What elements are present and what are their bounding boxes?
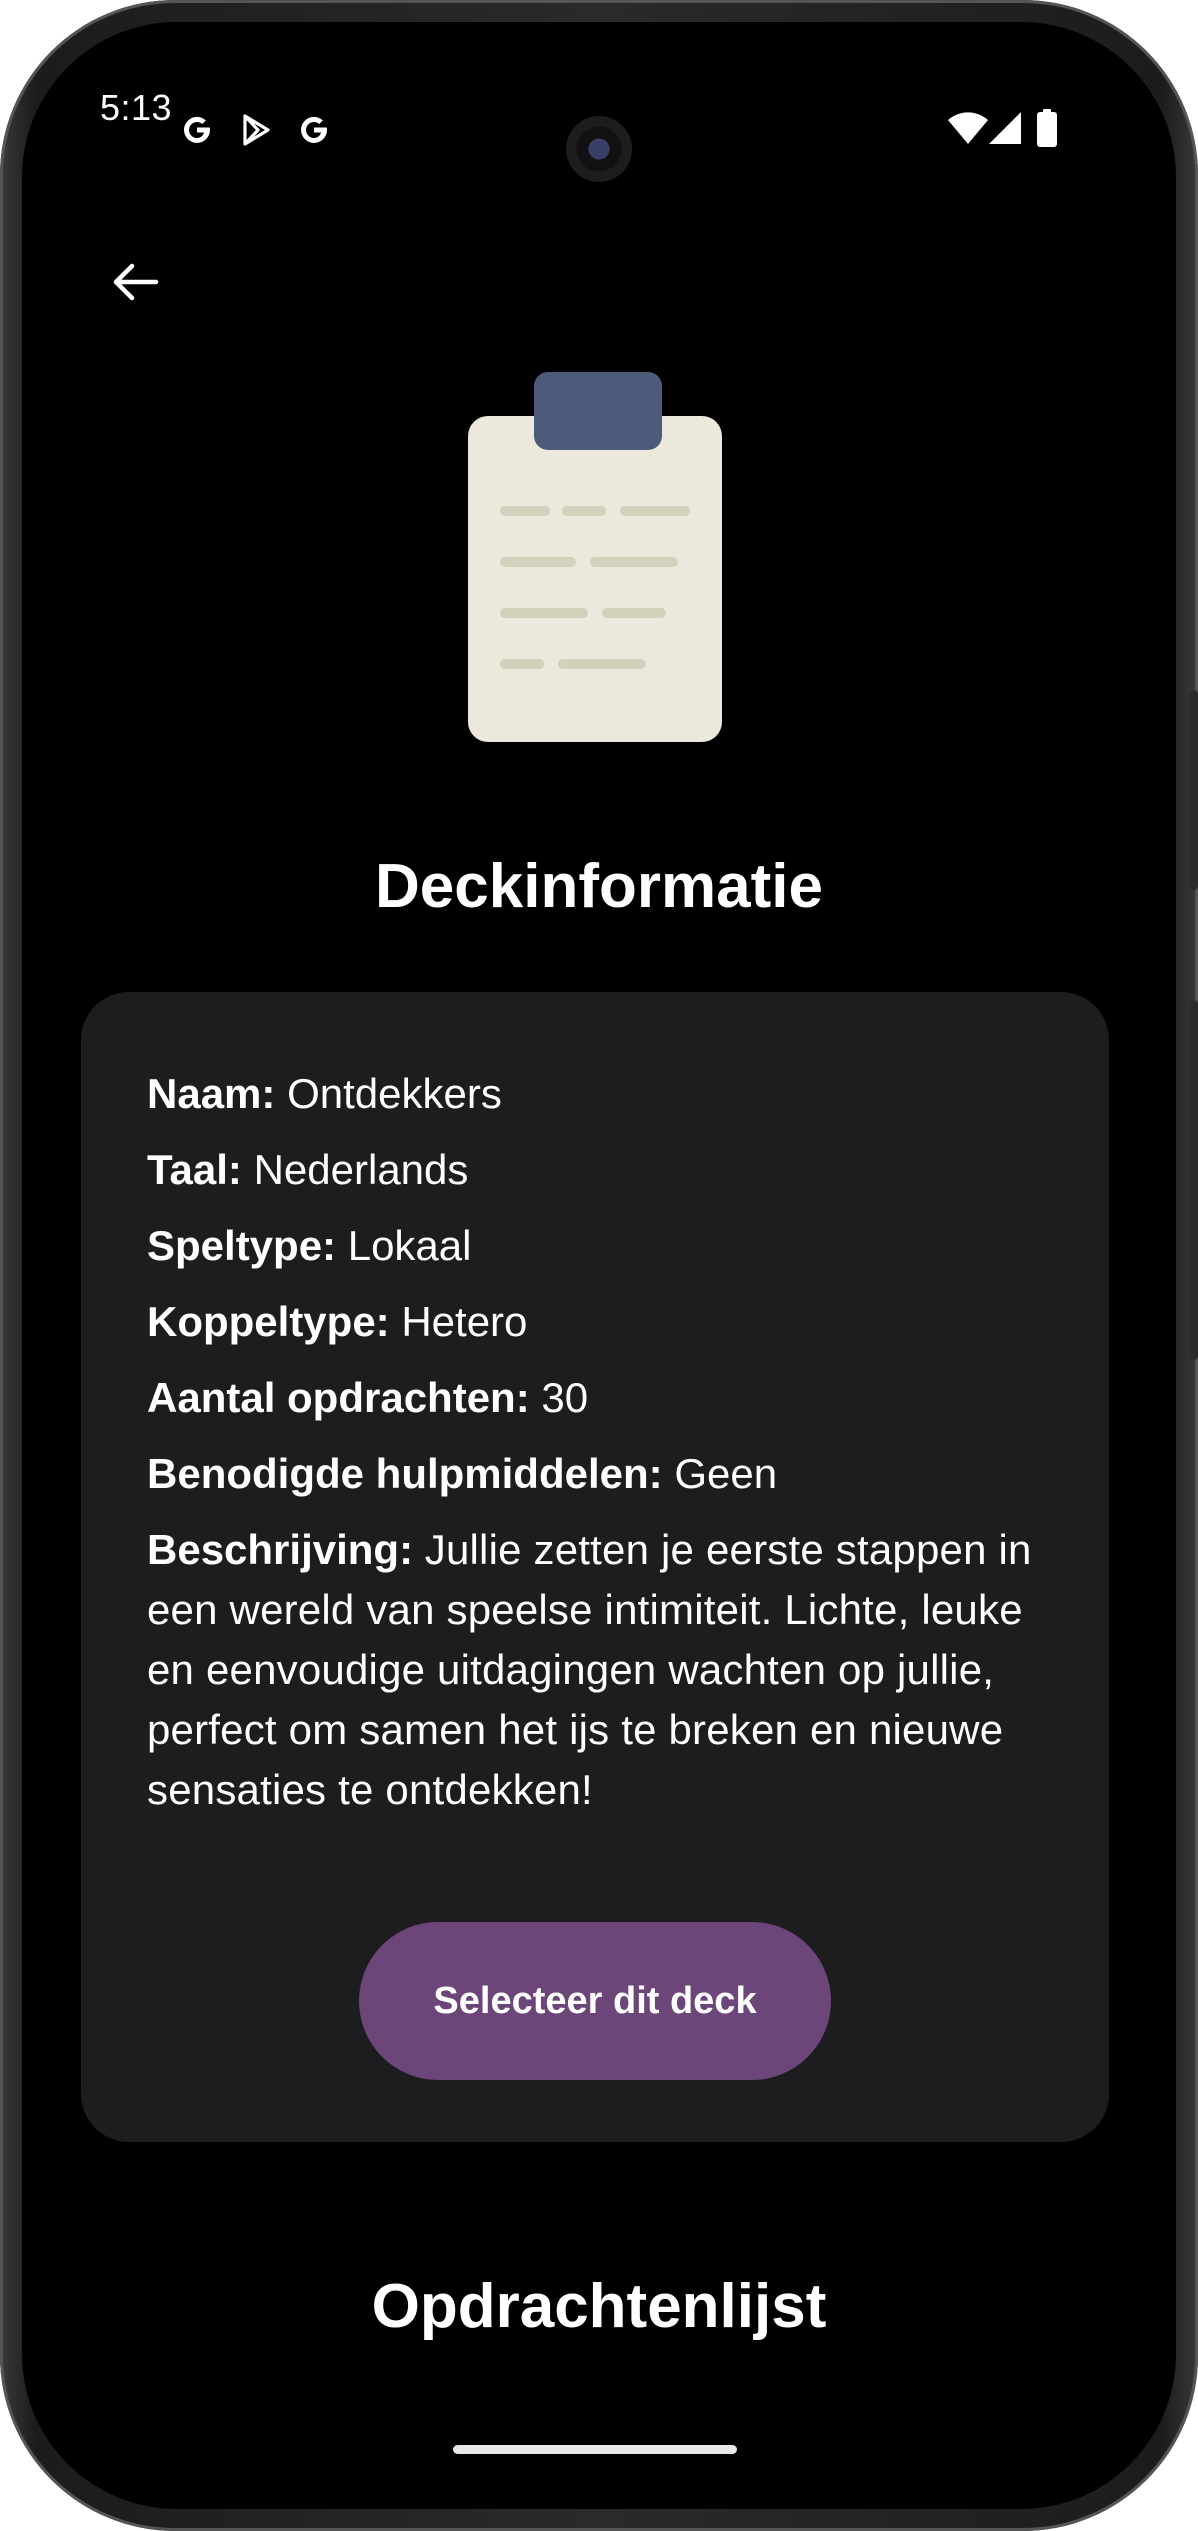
deck-language-value: Nederlands [253,1146,469,1193]
wifi-icon [948,112,988,144]
phone-frame: 5:13 Deckinformatie Naam: Ontdekkers Taa… [0,0,1198,2531]
deck-description-row: Beschrijving: Jullie zetten je eerste st… [147,1520,1047,1820]
deck-gametype-label: Speltype: [147,1222,337,1269]
clipboard-icon [468,372,722,742]
screen: 5:13 Deckinformatie Naam: Ontdekkers Taa… [22,22,1176,2509]
back-button[interactable] [100,247,170,317]
deck-coupletype-value: Hetero [401,1298,528,1345]
deck-info-list: Naam: Ontdekkers Taal: Nederlands Spelty… [147,1064,1047,1836]
deck-name-row: Naam: Ontdekkers [147,1064,1047,1124]
signal-icon [989,112,1021,144]
page-title: Deckinformatie [375,852,823,921]
deck-language-label: Taal: [147,1146,242,1193]
deck-gametype-value: Lokaal [347,1222,472,1269]
section-title-tasks: Opdrachtenlijst [371,2272,827,2341]
deck-tools-label: Benodigde hulpmiddelen: [147,1450,663,1497]
deck-coupletype-row: Koppeltype: Hetero [147,1292,1047,1352]
battery-icon [1037,109,1057,147]
deck-count-row: Aantal opdrachten: 30 [147,1368,1047,1428]
deck-gametype-row: Speltype: Lokaal [147,1216,1047,1276]
google-g-icon [184,116,210,143]
deck-name-label: Naam: [147,1070,276,1117]
deck-coupletype-label: Koppeltype: [147,1298,390,1345]
deck-description-label: Beschrijving: [147,1526,414,1573]
deck-info-card: Naam: Ontdekkers Taal: Nederlands Spelty… [81,992,1109,2142]
play-store-icon [243,114,270,146]
deck-count-value: 30 [541,1374,589,1421]
status-time: 5:13 [100,87,173,128]
deck-tools-row: Benodigde hulpmiddelen: Geen [147,1444,1047,1504]
power-button [1190,690,1198,890]
deck-language-row: Taal: Nederlands [147,1140,1047,1200]
arrow-back-icon [113,263,159,301]
google-g-icon [301,116,327,143]
front-camera [566,116,632,182]
volume-button [1190,1000,1198,1360]
home-indicator[interactable] [453,2445,737,2454]
status-bar: 5:13 [22,22,1176,182]
deck-tools-value: Geen [674,1450,778,1497]
deck-name-value: Ontdekkers [287,1070,502,1117]
deck-count-label: Aantal opdrachten: [147,1374,530,1421]
select-deck-button[interactable]: Selecteer dit deck [359,1922,831,2080]
